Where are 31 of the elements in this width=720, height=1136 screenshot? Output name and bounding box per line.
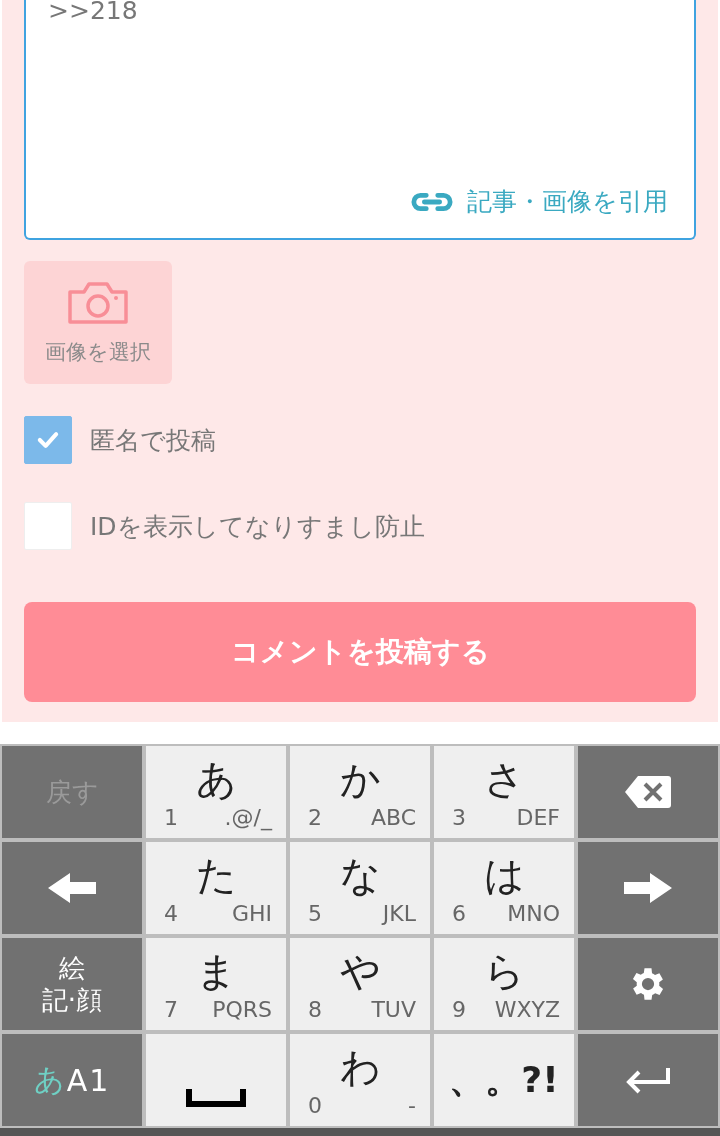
space-key[interactable] (146, 1034, 286, 1126)
kana-key[interactable]: か 2 ABC (290, 746, 430, 838)
left-arrow-key[interactable] (2, 842, 142, 934)
punctuation-key[interactable]: 、。?! (434, 1034, 574, 1126)
kana-key[interactable]: や 8 TUV (290, 938, 430, 1030)
kana-key[interactable]: た 4 GHI (146, 842, 286, 934)
kana-key[interactable]: は 6 MNO (434, 842, 574, 934)
backspace-icon (624, 774, 672, 810)
comment-textarea[interactable]: >>218 記事・画像を引用 (24, 0, 696, 240)
textarea-value: >>218 (48, 0, 138, 26)
checkbox-label: IDを表示してなりすまし防止 (90, 510, 425, 543)
input-mode-key[interactable]: あA1 (2, 1034, 142, 1126)
kana-key[interactable]: な 5 JKL (290, 842, 430, 934)
function-key[interactable]: 絵 記·顔 (2, 938, 142, 1030)
right-arrow-key[interactable] (578, 842, 718, 934)
left-arrow-icon (48, 873, 96, 903)
checkbox[interactable] (24, 416, 72, 464)
kana-key[interactable]: ま 7 PQRS (146, 938, 286, 1030)
right-arrow-icon (624, 873, 672, 903)
checkbox-label: 匿名で投稿 (90, 424, 216, 457)
space-icon (186, 1087, 246, 1107)
kana-key[interactable]: あ 1 .@/_ (146, 746, 286, 838)
kana-key[interactable]: ら 9 WXYZ (434, 938, 574, 1030)
kana-key[interactable]: さ 3 DEF (434, 746, 574, 838)
backspace-key[interactable] (578, 746, 718, 838)
kana-key[interactable]: わ 0 - (290, 1034, 430, 1126)
link-icon (411, 191, 453, 212)
camera-icon (66, 279, 130, 326)
settings-key[interactable] (578, 938, 718, 1030)
enter-icon (624, 1065, 672, 1095)
enter-key[interactable] (578, 1034, 718, 1126)
